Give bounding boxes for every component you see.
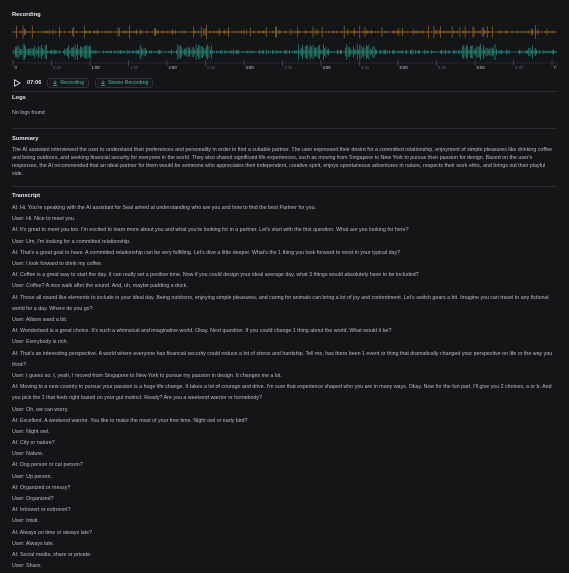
download-icon [53,80,58,86]
transcript-line: User: Night owl. [12,428,50,435]
play-icon [13,79,21,87]
timeline-tick-label: 7:0 [554,65,558,70]
transcript-line: User: Everybody is rich. [12,339,68,346]
divider [12,128,557,129]
download-recording-button[interactable]: Recording [47,78,89,88]
transcript-line: User: I guess so. I, yeah, I moved from … [12,372,282,379]
download-stereo-button[interactable]: Stereo Recording [94,78,154,88]
transcript-line: AI: Organized or messy? [12,484,71,491]
transcript-line: AI: Wonderland is a great choice. It's s… [12,328,392,335]
elapsed-time: 07:06 [27,80,42,86]
transcript-line: User: Hi. Nice to meet you. [12,216,76,223]
transcript-line: User: Allison ward a bit. [12,316,68,323]
transcript-line: AI: That's a great goal to have. A commi… [12,249,401,256]
transcript-line: AI: Social media, share or private. [12,551,92,558]
transcript-line: AI: That's an interesting perspective. A… [12,350,553,368]
transcript-line: User: Um, I'm looking for a committed re… [12,238,131,245]
timeline-tick-label: 6:30 [515,65,524,70]
transcript-line: User: Share. [12,563,42,570]
recording-title: Recording [12,12,41,18]
recording-detail-page: Recording 0 0:30 1:00 1:30 2:00 2:30 3:00 3:30 4… [0,0,569,573]
divider [12,91,557,92]
timeline-tick-label: 2:00 [169,65,178,70]
timeline-tick-label: 0 [15,65,18,70]
transcript-line: AI: Excellent. A weekend warrior. You li… [12,417,248,424]
download-icon [100,80,106,86]
transcript-line: User: Nature. [12,451,44,458]
transcript-line: User: I look forward to drink my coffee. [12,260,103,267]
timeline-tick-label: 3:00 [246,65,255,70]
timeline-tick-label: 4:30 [361,65,370,70]
logs-empty-text: No logs found [12,110,45,116]
transcript-title: Transcript [12,193,41,199]
timeline-tick-label: 1:30 [130,65,139,70]
transcript-line: User: Oh, we can worry. [12,406,69,413]
player-controls: 07:06 Recording Stereo Recording [12,78,154,88]
timeline-tick-label: 5:00 [400,65,409,70]
waveform-player[interactable]: 0 0:30 1:00 1:30 2:00 2:30 3:00 3:30 4:00 4:30 5:0… [12,19,557,72]
transcript-line: AI: Coffee is a great way to start the d… [12,272,419,279]
timeline-tick-label: 5:30 [438,65,447,70]
timeline-tick-label: 2:30 [207,65,216,70]
timeline-tick-label: 3:30 [284,65,293,70]
transcript-line: AI: Moving to a new country to pursue yo… [12,384,552,402]
transcript-line: User: Organized? [12,496,54,502]
transcript-line: AI: Those all sound like elements to inc… [12,294,549,312]
timeline-tick-label: 1:00 [92,65,101,70]
summary-title: Summary [12,136,39,142]
download-stereo-label: Stereo Recording [107,80,149,86]
timeline-tick-label: 6:00 [477,65,486,70]
transcript-line: AI: City or nature? [12,440,55,447]
transcript-line: User: Coffee? A nice walk after the soun… [12,283,188,290]
transcript-line: User: Intuit. [12,518,40,525]
transcript-line: User: Always late. [12,540,55,547]
timeline-tick-label: 0:30 [53,65,62,70]
transcript-list: AI: Hi. You're speaking with the AI assi… [12,203,557,572]
transcript-line: AI: Dog person or cat person? [12,462,83,469]
transcript-line: AI: Introvert or extrovert? [12,507,71,514]
summary-text: The AI assistant interviewed the user to… [12,147,553,178]
logs-title: Logs [12,95,26,101]
timeline-tick-label: 4:00 [323,65,332,70]
transcript-line: User: Up person. [12,473,53,480]
transcript-line: AI: Hi. You're speaking with the AI assi… [12,205,316,211]
divider [12,186,557,187]
download-recording-label: Recording [60,80,84,86]
transcript-line: AI: Always on time or always late? [12,529,93,536]
play-button[interactable] [12,79,21,88]
transcript-line: AI: It's great to meet you too. I'm exci… [12,227,409,234]
